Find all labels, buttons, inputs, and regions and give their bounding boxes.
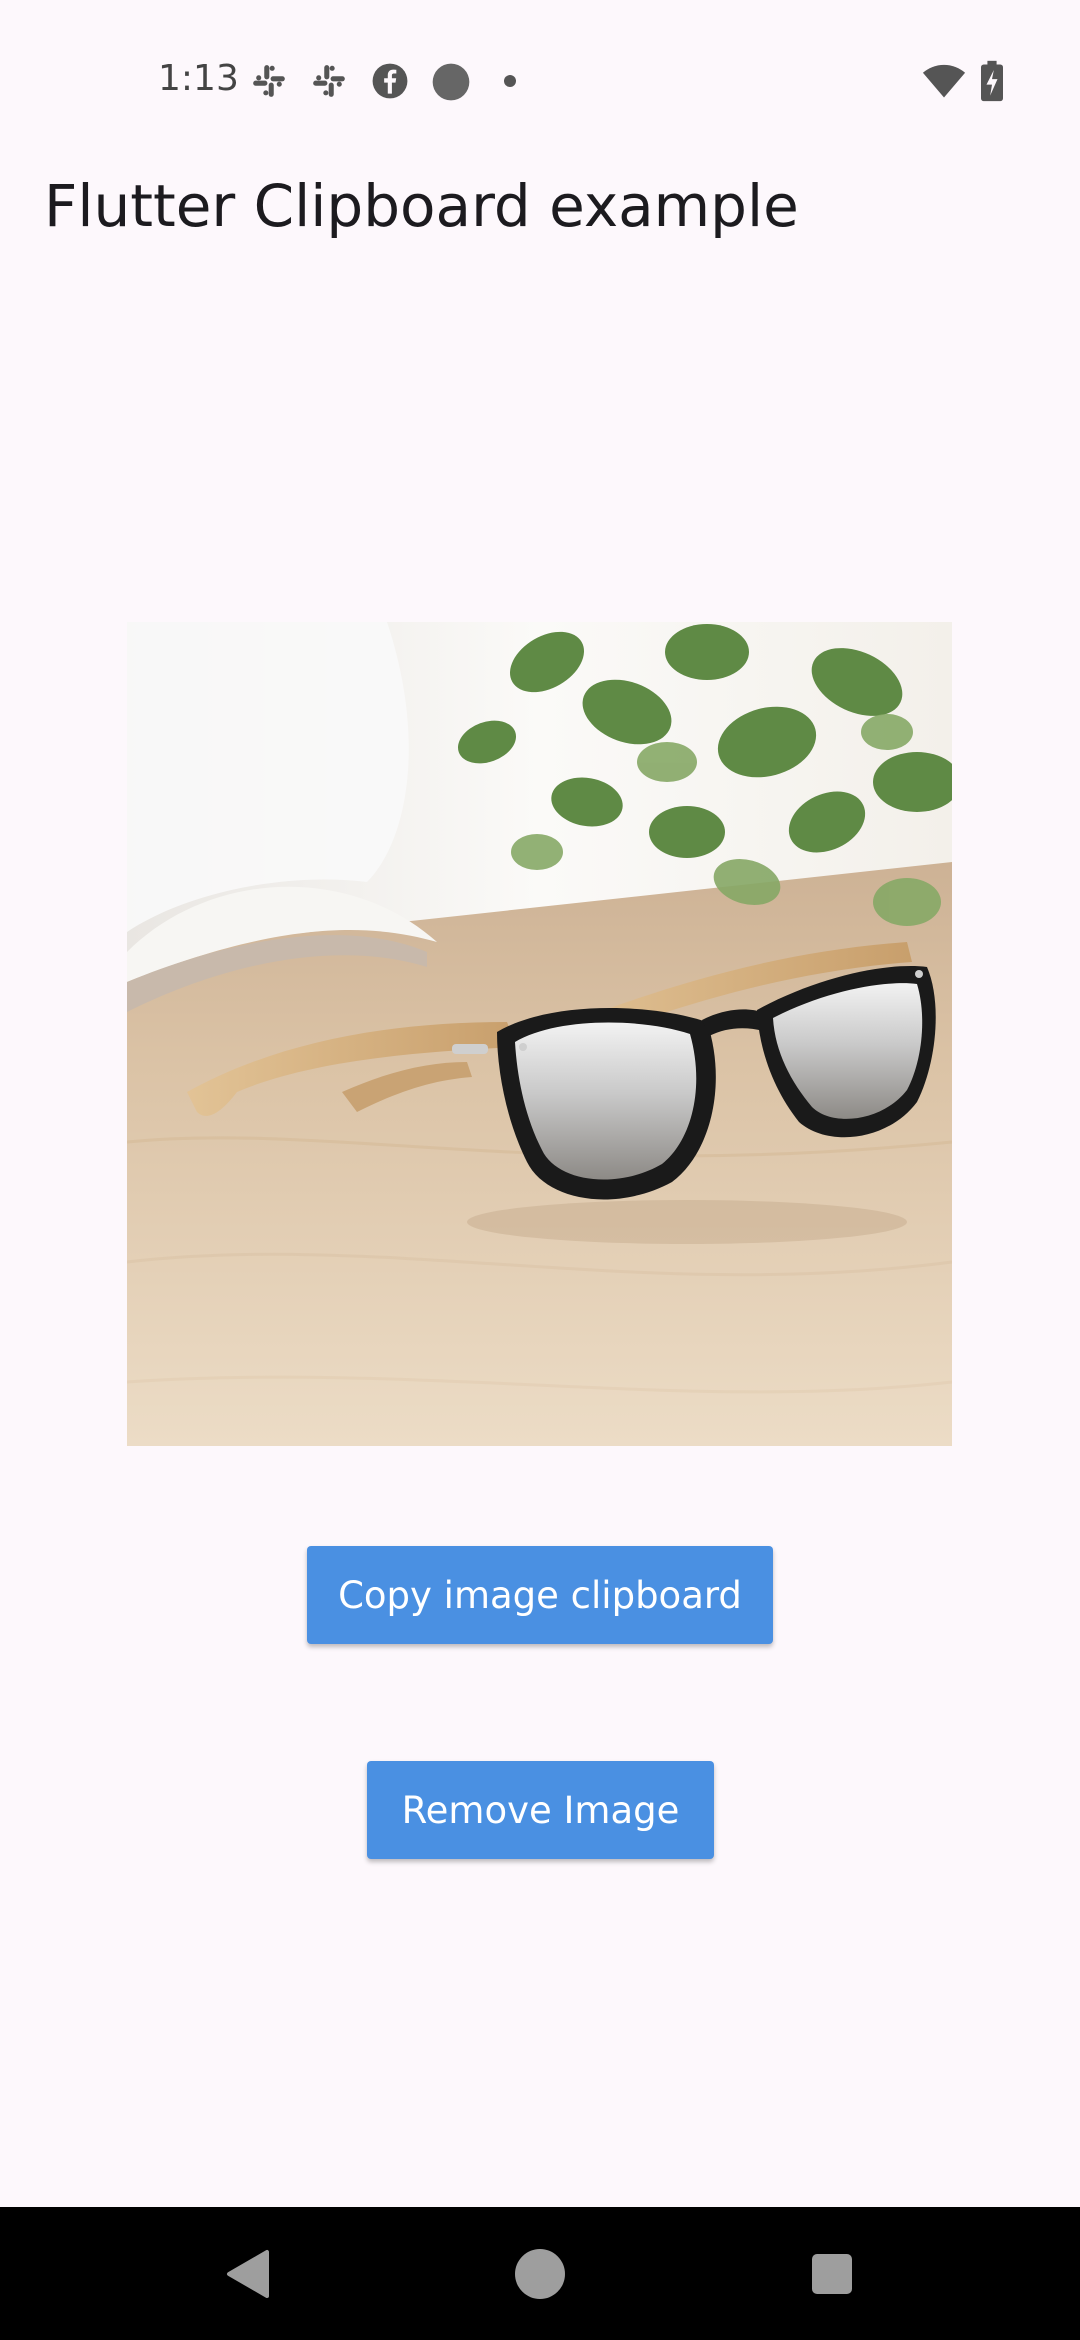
app-screen: 1:13 Flutter Clipboard example Copy imag… bbox=[0, 0, 1080, 2340]
nav-back-button[interactable] bbox=[167, 2207, 327, 2340]
recents-icon bbox=[812, 2253, 852, 2294]
status-time: 1:13 bbox=[158, 58, 239, 99]
status-bar: 1:13 bbox=[0, 0, 1080, 120]
remove-image-button[interactable]: Remove Image bbox=[367, 1761, 714, 1859]
home-icon bbox=[515, 2248, 565, 2299]
slack-icon bbox=[250, 62, 288, 105]
wifi-icon bbox=[922, 62, 966, 105]
sunglasses-image bbox=[127, 622, 952, 1446]
nav-recents-button[interactable] bbox=[752, 2207, 912, 2340]
circle-notification-icon bbox=[431, 62, 471, 107]
nav-home-button[interactable] bbox=[460, 2207, 620, 2340]
page-title: Flutter Clipboard example bbox=[44, 172, 799, 240]
slack-icon bbox=[310, 62, 348, 105]
facebook-icon bbox=[371, 62, 409, 105]
battery-charging-icon bbox=[981, 60, 1003, 107]
back-icon bbox=[227, 2249, 269, 2298]
system-nav-bar bbox=[0, 2207, 1080, 2340]
dot-icon bbox=[503, 74, 517, 93]
copy-image-button[interactable]: Copy image clipboard bbox=[307, 1546, 773, 1644]
